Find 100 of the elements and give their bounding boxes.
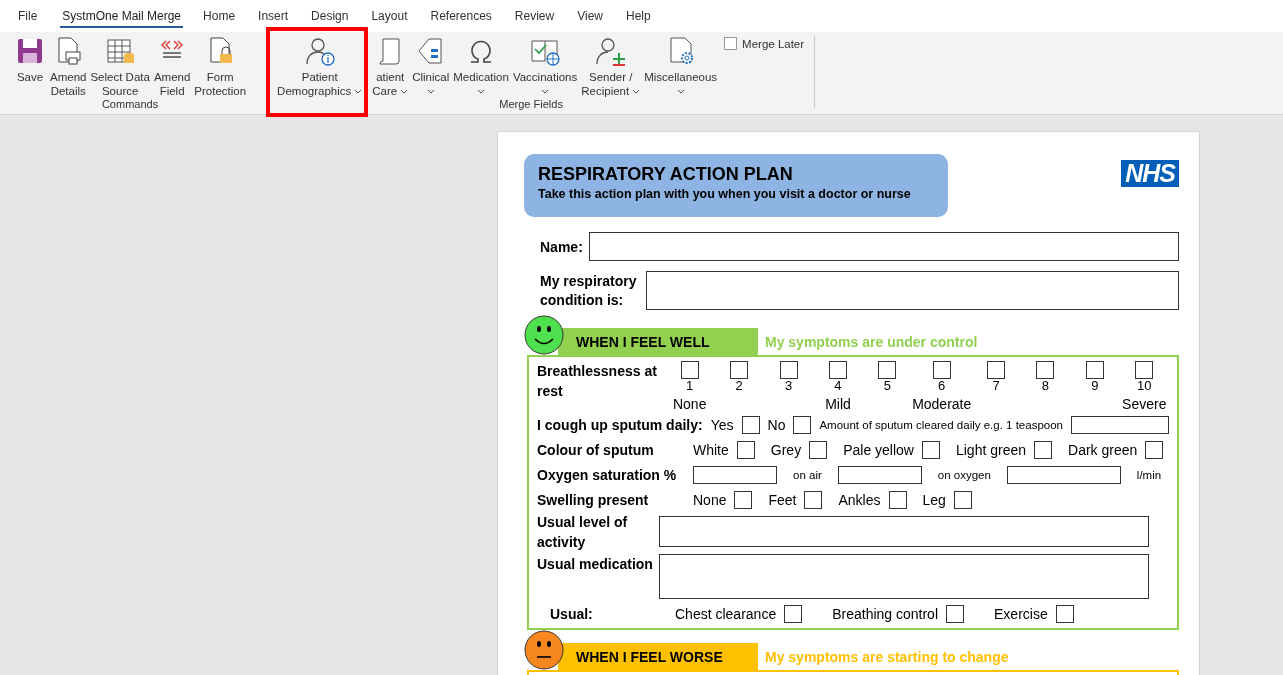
option-label: Breathing control: [832, 605, 938, 622]
checkbox[interactable]: [734, 490, 753, 509]
neutral-face-icon: [524, 630, 564, 670]
caret-icon: [632, 89, 641, 95]
scale-label: Severe: [1121, 395, 1168, 412]
caret-icon: [426, 89, 435, 95]
row-label: Usual level of activity: [537, 513, 629, 552]
document-subtitle: Take this action plan with you when you visit a doctor or nurse: [538, 187, 912, 201]
ribbon-tab[interactable]: SystmOne Mail Merge: [60, 4, 184, 28]
ribbon-tab[interactable]: Insert: [250, 4, 304, 28]
checkbox[interactable]: [680, 361, 699, 379]
scale-label: Moderate: [912, 395, 972, 412]
ribbon-tab[interactable]: Layout: [363, 4, 423, 28]
ribbon-button[interactable]: Select Data Source: [89, 35, 151, 98]
row-label: Usual medication: [537, 555, 654, 574]
text-field[interactable]: [588, 232, 1179, 261]
checkbox[interactable]: [736, 440, 755, 459]
caret-icon: [676, 89, 685, 95]
scale-number: 10: [1137, 379, 1152, 392]
checkbox[interactable]: [1036, 361, 1055, 379]
ribbon-tab[interactable]: View: [569, 4, 618, 28]
group-label: Commands: [101, 98, 159, 112]
checkbox[interactable]: [804, 490, 823, 509]
ribbon-button[interactable]: Vaccinations: [511, 35, 579, 98]
ribbon-button[interactable]: Form Protection: [193, 35, 248, 98]
ribbon-tab[interactable]: File: [10, 4, 53, 28]
ribbon-tab[interactable]: Review: [506, 4, 570, 28]
option-label: None: [693, 491, 727, 508]
field-label: My respiratory condition is:: [540, 271, 638, 310]
ribbon-button[interactable]: Miscellaneous: [643, 35, 719, 98]
ribbon-button[interactable]: Sender / Recipient: [580, 35, 642, 98]
ribbon-button[interactable]: Amend Field: [152, 35, 192, 98]
checkbox[interactable]: [987, 361, 1005, 379]
checkbox[interactable]: [829, 361, 847, 379]
text-field[interactable]: [659, 516, 1149, 547]
checkbox[interactable]: [1085, 361, 1104, 379]
document-title: RESPIRATORY ACTION PLAN: [538, 163, 794, 185]
ribbon-button[interactable]: Save: [13, 35, 47, 84]
option-label: Grey: [770, 441, 802, 458]
scale-number: 4: [834, 379, 842, 392]
input-field[interactable]: [837, 465, 922, 484]
option-label: Leg: [922, 491, 946, 508]
option-label: Light green: [955, 441, 1027, 458]
ribbon-tab[interactable]: Design: [303, 4, 364, 28]
option-label: Chest clearance: [675, 605, 777, 622]
ribbon-tab[interactable]: Home: [195, 4, 251, 28]
section-caption: My symptoms are starting to change: [765, 647, 1009, 667]
input-field[interactable]: [1071, 415, 1169, 434]
checkbox[interactable]: [946, 604, 964, 623]
checkbox[interactable]: [741, 415, 760, 434]
merge-later-checkbox[interactable]: Merge Later: [724, 37, 805, 50]
ribbon-tab[interactable]: References: [422, 4, 507, 28]
caret-icon: [541, 89, 550, 95]
ribbon-button[interactable]: Medication: [452, 35, 510, 98]
row-label: I cough up sputum daily:: [537, 415, 703, 435]
checkbox[interactable]: [809, 440, 828, 459]
checkbox[interactable]: [953, 490, 972, 509]
scale-number: 5: [883, 379, 892, 392]
ribbon-button[interactable]: Patient Demographics: [276, 35, 364, 98]
checkbox[interactable]: [779, 361, 798, 379]
person-info-icon: [303, 35, 336, 67]
scale-label: Mild: [824, 395, 852, 412]
text-field[interactable]: [659, 554, 1149, 599]
section-heading: WHEN I FEEL WORSE: [558, 643, 758, 670]
caret-icon: [477, 89, 486, 95]
field-label: Name:: [540, 238, 583, 255]
ribbon-tab[interactable]: Help: [618, 4, 666, 28]
ribbon-button[interactable]: Clinical: [411, 35, 451, 98]
input-field[interactable]: [693, 465, 777, 484]
checkbox[interactable]: [1055, 604, 1074, 623]
section-caption: My symptoms are under control: [765, 332, 978, 352]
row-label: Oxygen saturation %: [537, 465, 677, 485]
option-label: Yes: [710, 416, 734, 433]
hint-text: Amount of sputum cleared daily e.g. 1 teaspoon: [819, 418, 1063, 431]
checkbox[interactable]: [888, 490, 907, 509]
checkbox[interactable]: [1135, 361, 1154, 379]
scale-label: None: [671, 395, 708, 412]
scale-number: 7: [992, 379, 1000, 392]
ribbon-button[interactable]: atient Care: [371, 35, 410, 98]
checkbox[interactable]: [784, 604, 803, 623]
checkbox[interactable]: [1145, 440, 1164, 459]
checkbox[interactable]: [1034, 440, 1053, 459]
row-label: Colour of sputum: [537, 440, 655, 460]
ribbon-button[interactable]: Amend Details: [49, 35, 88, 98]
caret-icon: [354, 89, 363, 95]
checkbox[interactable]: [932, 361, 951, 379]
text-field[interactable]: [646, 271, 1179, 310]
scale-number: 9: [1091, 379, 1099, 392]
nhs-logo: NHS: [1121, 160, 1179, 187]
checkbox[interactable]: [730, 361, 749, 379]
option-label: Dark green: [1068, 441, 1138, 458]
option-label: Ankles: [838, 491, 881, 508]
group-label: Merge Fields: [499, 98, 563, 112]
checkbox[interactable]: [921, 440, 940, 459]
input-field[interactable]: [1006, 465, 1121, 484]
checkbox[interactable]: [793, 415, 812, 434]
scale-number: 1: [686, 379, 694, 392]
checkbox[interactable]: [878, 361, 897, 379]
section-heading: WHEN I FEEL WELL: [558, 328, 758, 355]
option-label: Exercise: [994, 605, 1048, 622]
